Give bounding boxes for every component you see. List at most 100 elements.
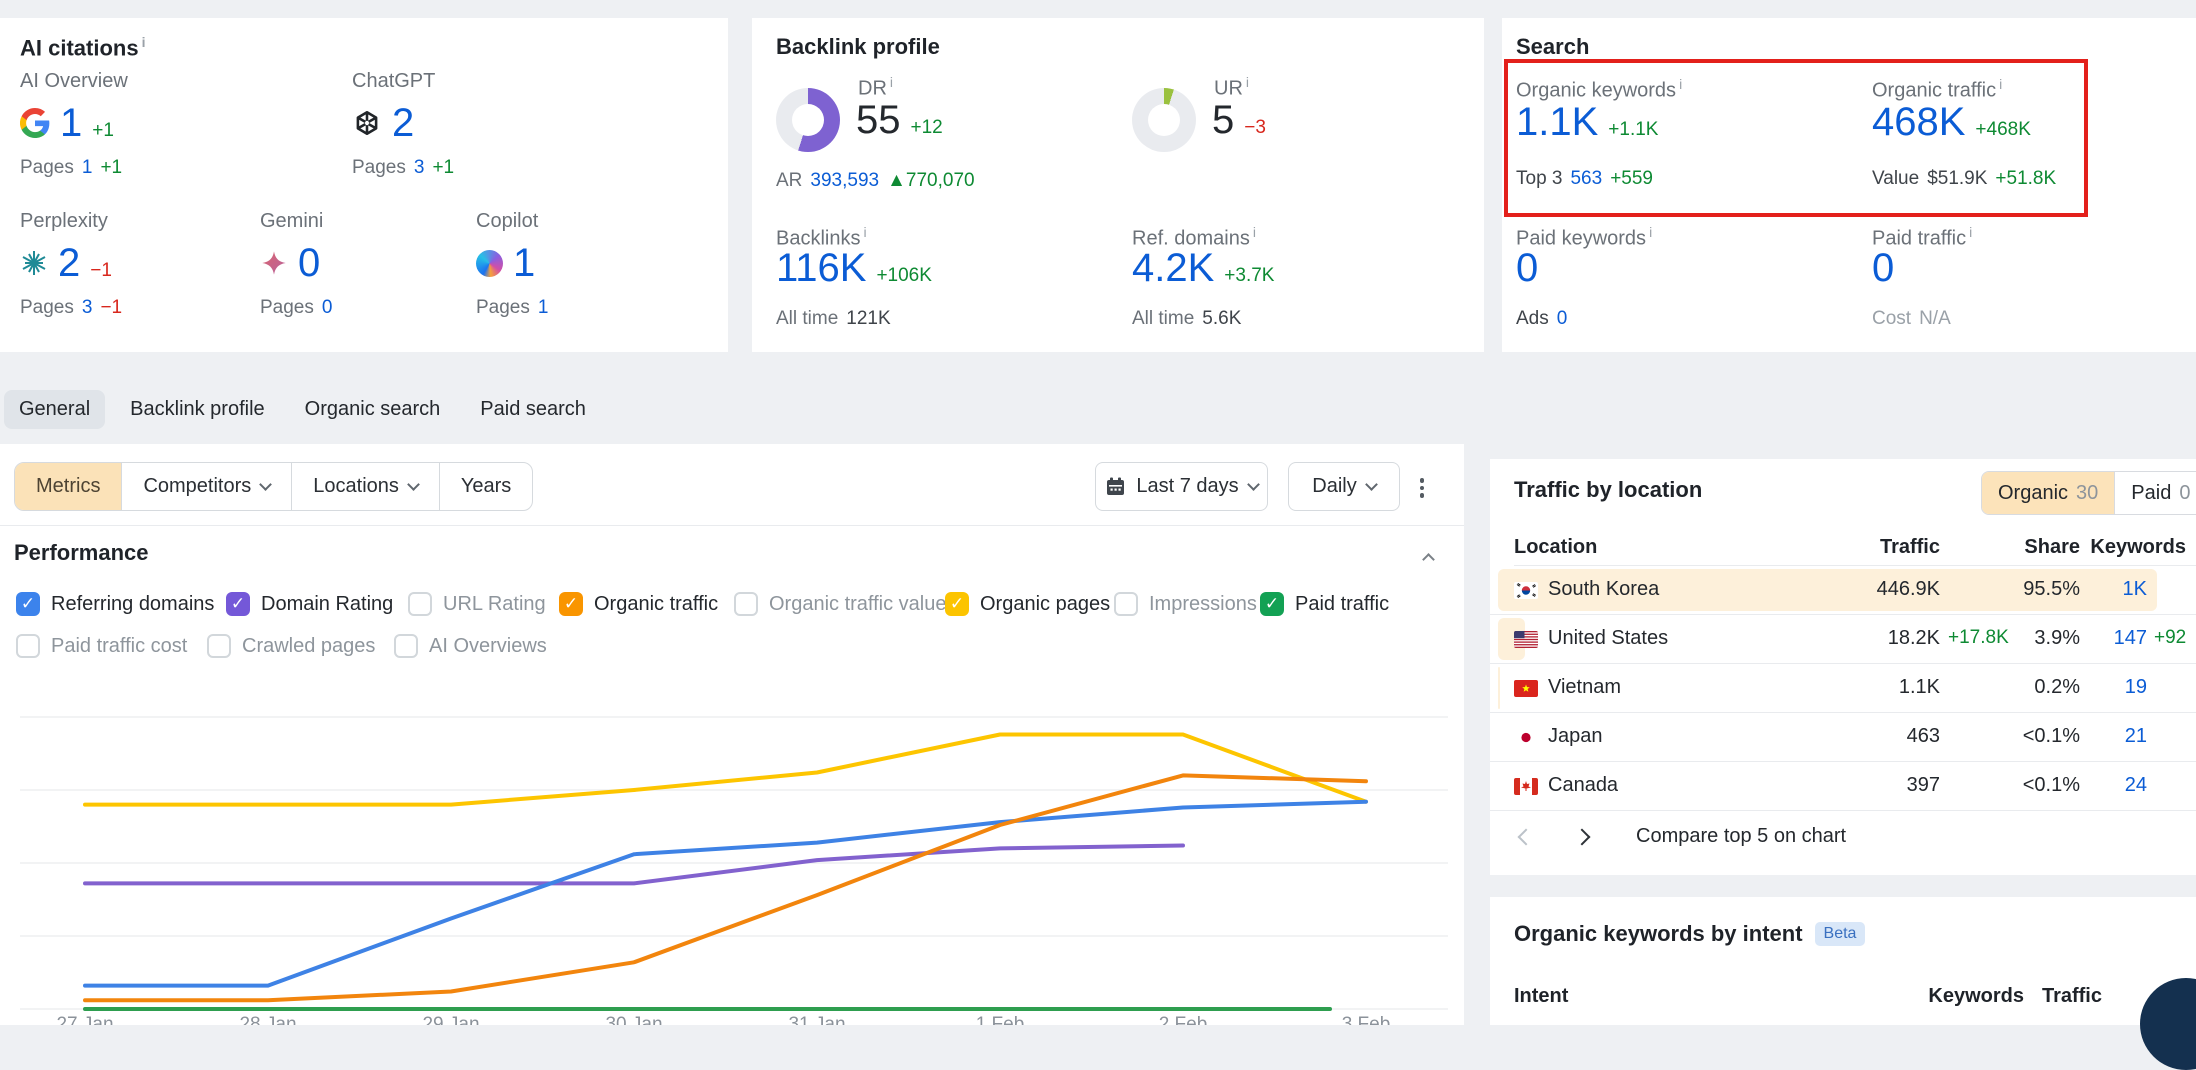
checkbox-organic-pages[interactable]: Organic pages	[945, 592, 1110, 616]
years-filter-button[interactable]: Years	[439, 463, 532, 510]
backlinks-value[interactable]: 116K	[776, 246, 866, 290]
table-row-vietnam[interactable]: Vietnam 1.1K 0.2% 19	[1490, 664, 2196, 713]
beta-badge: Beta	[1815, 922, 1866, 946]
pagination-prev-icon[interactable]	[1518, 829, 1535, 846]
location-name[interactable]: United States	[1548, 627, 1668, 650]
column-header-traffic: Traffic	[2042, 985, 2102, 1008]
checkbox-domain-rating[interactable]: Domain Rating	[226, 592, 393, 616]
tab-organic-search[interactable]: Organic search	[290, 390, 456, 429]
collapse-chevron-up-icon[interactable]	[1422, 553, 1435, 566]
paid-keywords-value[interactable]: 0	[1516, 246, 1538, 290]
organic-keywords-label: Organic keywordsi	[1516, 76, 1682, 103]
info-icon[interactable]: i	[1679, 76, 1682, 92]
info-icon[interactable]: i	[1649, 224, 1652, 240]
perplexity-icon	[20, 249, 48, 277]
table-row-japan[interactable]: Japan 463 <0.1% 21	[1490, 713, 2196, 762]
locations-filter-button[interactable]: Locations	[291, 463, 439, 510]
search-card: Search Organic keywordsi 1.1K +1.1K Top …	[1502, 18, 2196, 352]
ai-cell-copilot: Copilot 1 Pages1	[476, 210, 556, 319]
checkbox-url-rating[interactable]: URL Rating	[408, 592, 546, 616]
tab-paid-search[interactable]: Paid search	[465, 390, 601, 429]
top3-value[interactable]: 563	[1570, 168, 1602, 190]
checkbox-impressions[interactable]: Impressions	[1114, 592, 1257, 616]
metrics-filter-button[interactable]: Metrics	[15, 463, 121, 510]
checkbox-crawled-pages[interactable]: Crawled pages	[207, 634, 375, 658]
column-header-location[interactable]: Location	[1514, 536, 1597, 559]
compare-top5-link[interactable]: Compare top 5 on chart	[1636, 825, 1846, 848]
pages-count[interactable]: 3	[82, 297, 93, 319]
keywords-value[interactable]: 24	[2125, 774, 2147, 797]
gemini-count[interactable]: 0	[298, 241, 320, 285]
column-header-traffic[interactable]: Traffic	[1880, 536, 1940, 559]
competitors-filter-button[interactable]: Competitors	[121, 463, 291, 510]
toggle-organic[interactable]: Organic30	[1982, 472, 2114, 514]
info-icon[interactable]: i	[890, 74, 893, 90]
keywords-value[interactable]: 19	[2125, 676, 2147, 699]
info-icon[interactable]: i	[1246, 74, 1249, 90]
info-icon[interactable]: i	[142, 34, 146, 50]
svg-text:30 Jan: 30 Jan	[605, 1014, 662, 1025]
tab-general[interactable]: General	[4, 390, 105, 429]
column-header-intent: Intent	[1514, 985, 1568, 1008]
chatgpt-count[interactable]: 2	[392, 101, 414, 145]
organic-paid-toggle: Organic30 Paid0	[1981, 471, 2196, 515]
ads-value[interactable]: 0	[1557, 308, 1568, 330]
column-header-share[interactable]: Share	[2024, 536, 2080, 559]
pages-count[interactable]: 1	[82, 157, 93, 179]
tab-backlink-profile[interactable]: Backlink profile	[115, 390, 280, 429]
location-name[interactable]: Canada	[1548, 774, 1618, 797]
location-name[interactable]: Vietnam	[1548, 676, 1621, 699]
organic-traffic-value[interactable]: 468K	[1872, 100, 1965, 144]
keywords-value[interactable]: 147	[2114, 627, 2147, 650]
dr-value: 55	[856, 98, 901, 142]
checkbox-paid-traffic[interactable]: Paid traffic	[1260, 592, 1389, 616]
svg-text:3 Feb: 3 Feb	[1342, 1014, 1391, 1025]
pages-count[interactable]: 0	[322, 297, 333, 319]
ar-value[interactable]: 393,593	[810, 170, 879, 192]
pages-count[interactable]: 3	[414, 157, 425, 179]
perplexity-count[interactable]: 2	[58, 241, 80, 285]
copilot-count[interactable]: 1	[513, 241, 535, 285]
ai-overview-count[interactable]: 1	[60, 101, 82, 145]
pages-count[interactable]: 1	[538, 297, 549, 319]
value-label: Value	[1872, 168, 1919, 190]
checkbox-organic-traffic-value[interactable]: Organic traffic value	[734, 592, 947, 616]
info-icon[interactable]: i	[1999, 76, 2002, 92]
location-name[interactable]: South Korea	[1548, 578, 1659, 601]
table-row-united-states[interactable]: United States 18.2K +17.8K 3.9% 147 +92	[1490, 615, 2196, 664]
backlink-profile-title: Backlink profile	[776, 34, 940, 60]
location-name[interactable]: Japan	[1548, 725, 1603, 748]
checkbox-paid-traffic-cost[interactable]: Paid traffic cost	[16, 634, 187, 658]
ur-donut	[1132, 88, 1196, 152]
pages-label: Pages	[352, 157, 406, 179]
column-header-keywords[interactable]: Keywords	[2090, 536, 2186, 559]
filter-group: Metrics Competitors Locations Years	[14, 462, 533, 511]
info-icon[interactable]: i	[1253, 224, 1256, 240]
more-options-kebab-button[interactable]	[1412, 474, 1432, 502]
calendar-icon	[1105, 476, 1126, 497]
checkbox-referring-domains[interactable]: Referring domains	[16, 592, 214, 616]
toggle-paid[interactable]: Paid0	[2114, 472, 2196, 514]
ref-domains-alltime: 5.6K	[1202, 308, 1241, 330]
performance-chart[interactable]: 27 Jan28 Jan29 Jan30 Jan31 Jan1 Feb2 Feb…	[0, 680, 1464, 1025]
keywords-value[interactable]: 1K	[2123, 578, 2147, 601]
checkbox-ai-overviews[interactable]: AI Overviews	[394, 634, 547, 658]
gemini-icon	[260, 249, 288, 277]
ref-domains-value[interactable]: 4.2K	[1132, 246, 1214, 290]
checkbox-organic-traffic[interactable]: Organic traffic	[559, 592, 718, 616]
table-row-canada[interactable]: Canada 397 <0.1% 24	[1490, 762, 2196, 811]
checkbox-box	[207, 634, 231, 658]
organic-keywords-value[interactable]: 1.1K	[1516, 100, 1598, 144]
date-range-button[interactable]: Last 7 days	[1095, 462, 1268, 511]
paid-traffic-value[interactable]: 0	[1872, 246, 1894, 290]
checkbox-box	[16, 592, 40, 616]
pagination-next-icon[interactable]	[1574, 829, 1591, 846]
info-icon[interactable]: i	[1969, 224, 1972, 240]
keywords-value[interactable]: 21	[2125, 725, 2147, 748]
site-overview-page: AI citationsi AI Overview 1 +1 Pages1+1 …	[0, 0, 2196, 1025]
info-icon[interactable]: i	[863, 224, 866, 240]
granularity-button[interactable]: Daily	[1288, 462, 1400, 511]
table-row-south-korea[interactable]: South Korea 446.9K 95.5% 1K	[1490, 566, 2196, 615]
flag-south-korea-icon	[1514, 582, 1538, 599]
ref-domains-delta: +3.7K	[1224, 265, 1274, 287]
